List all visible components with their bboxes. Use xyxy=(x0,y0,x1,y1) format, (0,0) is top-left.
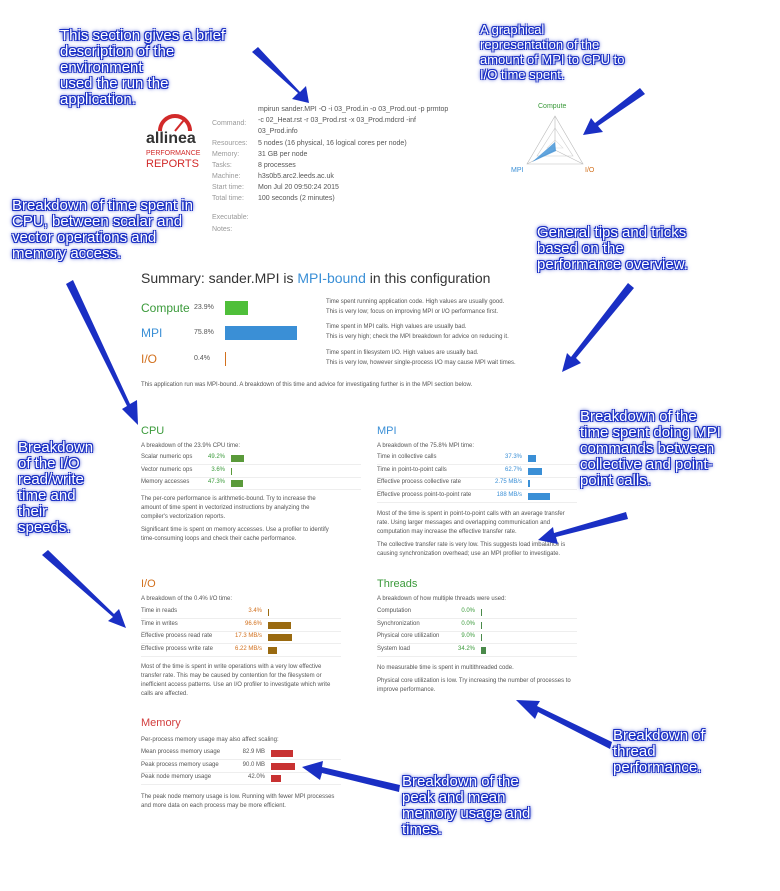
callout-tips: General tips and tricks based on the per… xyxy=(537,224,688,273)
arrow-io xyxy=(42,550,126,628)
callout-thread-breakdown: Breakdown of thread performance. xyxy=(613,727,705,776)
callout-memory-breakdown: Breakdown of the peak and mean memory us… xyxy=(402,773,531,838)
arrow-environment xyxy=(252,47,309,103)
callout-io-breakdown: Breakdown of the I/O read/write time and… xyxy=(18,439,94,536)
callout-cpu-breakdown: Breakdown of time spent in CPU, between … xyxy=(12,197,193,262)
arrow-graphical xyxy=(583,88,645,135)
arrow-mpi xyxy=(538,512,628,544)
callout-environment: This section gives a brief description o… xyxy=(60,27,226,108)
arrow-tips xyxy=(562,283,634,372)
arrow-threads xyxy=(516,700,612,749)
arrow-cpu xyxy=(66,280,138,425)
callout-mpi-breakdown: Breakdown of the time spent doing MPI co… xyxy=(580,408,721,489)
arrow-memory xyxy=(302,761,400,792)
callout-graphical: A graphical representation of the amount… xyxy=(480,22,625,82)
